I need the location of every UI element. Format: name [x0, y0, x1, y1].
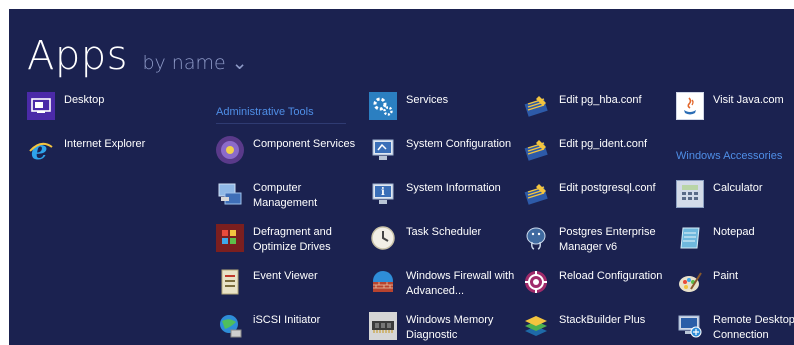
memory-diagnostic-icon — [369, 312, 397, 340]
app-label: Reload Configuration — [559, 270, 663, 282]
svg-text:e: e — [31, 137, 48, 163]
component-services-icon — [216, 136, 244, 164]
services-icon — [369, 92, 397, 120]
app-label: Desktop — [64, 94, 105, 106]
edit-config-icon — [522, 92, 550, 120]
calculator-icon — [676, 180, 704, 208]
app-tile-stackbuilder-plus[interactable]: StackBuilder Plus — [522, 312, 672, 345]
app-label: Task Scheduler — [406, 226, 482, 238]
app-label: Event Viewer — [253, 270, 318, 282]
apps-header: Apps by name ⌄ — [27, 33, 248, 79]
desktop-icon — [27, 92, 55, 120]
app-tile-paint[interactable]: Paint — [676, 268, 794, 308]
chevron-down-icon: ⌄ — [231, 52, 248, 74]
edit-config-icon — [522, 136, 550, 164]
app-tile-windows-memory-diagnostic[interactable]: Windows Memory Diagnostic — [369, 312, 519, 345]
app-tile-iscsi-initiator[interactable]: iSCSI Initiator — [216, 312, 366, 345]
paint-icon — [676, 268, 704, 296]
app-tile-remote-desktop-connection[interactable]: Remote Desktop Connection — [676, 312, 794, 345]
group-divider — [216, 123, 346, 124]
event-viewer-icon — [216, 268, 244, 296]
app-tile-system-configuration[interactable]: System Configuration — [369, 136, 519, 176]
edit-config-icon — [522, 180, 550, 208]
page-title: Apps — [27, 33, 128, 79]
app-label: iSCSI Initiator — [253, 314, 321, 326]
defragment-icon — [216, 224, 244, 252]
app-tile-component-services[interactable]: Component Services — [216, 136, 366, 176]
windows-firewall-icon — [369, 268, 397, 296]
app-label: Postgres Enterprise Manager v6 — [559, 226, 656, 253]
app-tile-computer-management[interactable]: Computer Management — [216, 180, 366, 220]
app-tile-calculator[interactable]: Calculator — [676, 180, 794, 220]
app-label: Edit pg_ident.conf — [559, 138, 648, 150]
app-label: Internet Explorer — [64, 138, 146, 150]
app-label: Windows Memory Diagnostic — [406, 314, 494, 341]
app-tile-edit-postgresql-conf[interactable]: Edit postgresql.conf — [522, 180, 672, 220]
group-header-administrative-tools: Administrative Tools — [216, 106, 314, 118]
task-scheduler-icon — [369, 224, 397, 252]
app-tile-event-viewer[interactable]: Event Viewer — [216, 268, 366, 308]
app-label: Component Services — [253, 138, 356, 150]
app-label: Windows Firewall with Advanced... — [406, 270, 515, 297]
app-tile-system-information[interactable]: i System Information — [369, 180, 519, 220]
app-tile-task-scheduler[interactable]: Task Scheduler — [369, 224, 519, 264]
app-label: Computer Management — [253, 182, 318, 209]
computer-management-icon — [216, 180, 244, 208]
app-label: Remote Desktop Connection — [713, 314, 794, 341]
start-apps-screen: Apps by name ⌄ Desktop e Internet Explore… — [9, 9, 794, 345]
java-icon — [676, 92, 704, 120]
app-label: Calculator — [713, 182, 763, 194]
app-tile-defragment-and-optimize-drives[interactable]: Defragment and Optimize Drives — [216, 224, 366, 264]
app-tile-internet-explorer[interactable]: e Internet Explorer — [27, 136, 177, 176]
iscsi-initiator-icon — [216, 312, 244, 340]
app-label: Services — [406, 94, 449, 106]
app-tile-reload-configuration[interactable]: Reload Configuration — [522, 268, 672, 308]
postgres-elephant-icon — [522, 224, 550, 252]
sort-by-name-dropdown[interactable]: by name ⌄ — [142, 52, 247, 74]
app-tile-services[interactable]: Services — [369, 92, 519, 132]
svg-text:i: i — [381, 187, 385, 198]
reload-configuration-icon — [522, 268, 550, 296]
app-tile-notepad[interactable]: Notepad — [676, 224, 794, 264]
app-label: Paint — [713, 270, 739, 282]
stackbuilder-icon — [522, 312, 550, 340]
app-label: Defragment and Optimize Drives — [253, 226, 332, 253]
system-information-icon: i — [369, 180, 397, 208]
app-tile-edit-pg-ident-conf[interactable]: Edit pg_ident.conf — [522, 136, 672, 176]
app-label: Visit Java.com — [713, 94, 784, 106]
app-label: System Configuration — [406, 138, 512, 150]
app-label: Notepad — [713, 226, 755, 238]
app-label: Edit postgresql.conf — [559, 182, 656, 194]
group-header-windows-accessories: Windows Accessories — [676, 150, 783, 162]
app-label: System Information — [406, 182, 501, 194]
remote-desktop-icon — [676, 312, 704, 340]
notepad-icon — [676, 224, 704, 252]
system-configuration-icon — [369, 136, 397, 164]
internet-explorer-icon: e — [27, 136, 55, 164]
app-label: StackBuilder Plus — [559, 314, 646, 326]
app-tile-visit-java-com[interactable]: Visit Java.com — [676, 92, 794, 132]
sort-label: by name — [142, 52, 226, 74]
app-tile-postgres-enterprise-manager[interactable]: Postgres Enterprise Manager v6 — [522, 224, 672, 264]
app-tile-windows-firewall[interactable]: Windows Firewall with Advanced... — [369, 268, 519, 308]
app-tile-desktop[interactable]: Desktop — [27, 92, 177, 132]
app-tile-edit-pg-hba-conf[interactable]: Edit pg_hba.conf — [522, 92, 672, 132]
app-label: Edit pg_hba.conf — [559, 94, 642, 106]
